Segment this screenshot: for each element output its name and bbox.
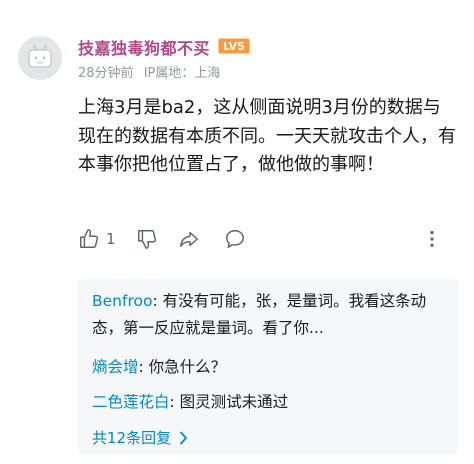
thumbs-down-icon	[138, 230, 157, 249]
avatar[interactable]	[18, 36, 62, 80]
share-icon	[180, 231, 198, 248]
username[interactable]: 技嘉独毒狗都不买	[78, 35, 210, 59]
thumbs-up-icon	[80, 229, 99, 248]
view-all-replies-label: 共12条回复	[92, 429, 172, 447]
share-button[interactable]	[178, 226, 200, 252]
reply-icon	[226, 230, 244, 248]
comment-meta: 28分钟前 IP属地：上海	[78, 62, 226, 81]
default-avatar-icon	[18, 36, 62, 80]
reply-username[interactable]: Benfroo	[92, 292, 152, 310]
reply-item[interactable]: 二色莲花白: 图灵测试未通过	[92, 389, 448, 416]
comment-actions: 1	[78, 226, 448, 252]
comment-text: 上海3月是ba2，这从侧面说明3月份的数据与现在的数据有本质不同。一天天就攻击个…	[78, 97, 456, 175]
view-all-replies-link[interactable]: 共12条回复	[92, 427, 188, 448]
ip-location: IP属地：上海	[143, 66, 221, 81]
like-button[interactable]: 1	[78, 226, 116, 252]
chevron-right-icon	[180, 431, 187, 444]
more-button[interactable]	[426, 226, 438, 252]
reply-separator: :	[138, 358, 149, 376]
level-badge-text: LV5	[223, 40, 245, 53]
reply-button[interactable]	[224, 226, 246, 252]
reply-username[interactable]: 二色莲花白	[92, 393, 170, 411]
reply-separator: :	[169, 393, 180, 411]
replies-panel: Benfroo: 有没有可能，张，是量词。我看这条动态，第一反应就是量词。看了你…	[78, 279, 458, 455]
more-vertical-icon	[430, 230, 434, 248]
like-count: 1	[106, 230, 116, 248]
dislike-button[interactable]	[136, 226, 158, 252]
level-badge-icon: LV5	[218, 38, 250, 54]
comment-time: 28分钟前	[78, 66, 134, 81]
reply-item[interactable]: Benfroo: 有没有可能，张，是量词。我看这条动态，第一反应就是量词。看了你…	[92, 288, 448, 342]
reply-text: 你急什么？	[148, 358, 227, 376]
reply-item[interactable]: 熵会增: 你急什么？	[92, 354, 448, 381]
reply-text: 图灵测试未通过	[179, 393, 289, 411]
reply-username[interactable]: 熵会增	[92, 358, 139, 376]
reply-separator: :	[152, 292, 163, 310]
